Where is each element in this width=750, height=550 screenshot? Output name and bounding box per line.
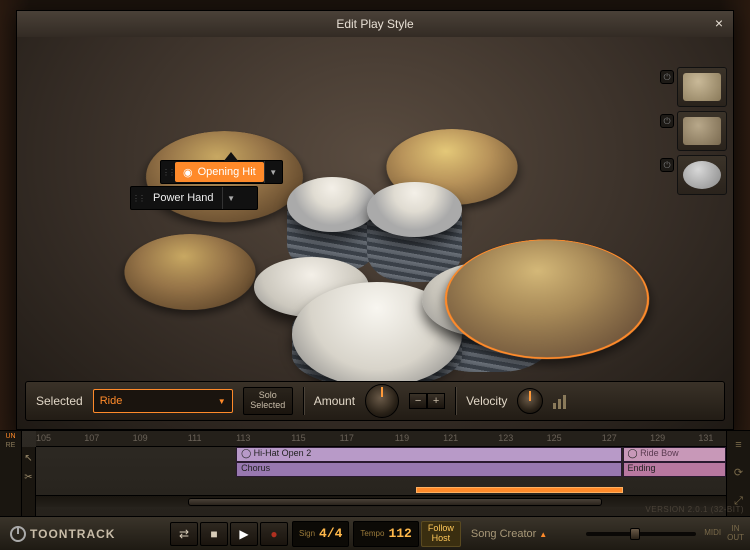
timeline-scrollbar[interactable]: [36, 495, 726, 507]
amount-stepper: − +: [409, 393, 445, 409]
clip-ending[interactable]: Ending: [623, 462, 727, 477]
slot-tambourine[interactable]: ⏻: [677, 155, 727, 195]
drag-handle-icon[interactable]: ⋮⋮: [131, 194, 145, 203]
ruler-tick: 109: [133, 433, 148, 443]
zoom-slider[interactable]: [586, 532, 696, 536]
modal-title: Edit Play Style: [336, 17, 413, 31]
velocity-bars-icon: [553, 393, 567, 409]
timeline-panel: UN RE ↖ ✂ 105 107 109 111 113 115 117 11…: [0, 430, 750, 516]
velocity-label: Velocity: [466, 394, 507, 408]
loop-button[interactable]: ⇄: [170, 522, 198, 546]
chevron-down-icon: ▼: [218, 397, 226, 406]
timeline-left-gutter: UN RE: [0, 431, 22, 516]
selected-value: Ride: [100, 395, 123, 407]
timeline-ruler[interactable]: 105 107 109 111 113 115 117 119 121 123 …: [36, 431, 726, 447]
ruler-tick: 113: [236, 433, 250, 443]
ruler-tick: 119: [395, 433, 409, 443]
ruler-tick: 121: [443, 433, 458, 443]
play-button[interactable]: ▶: [230, 522, 258, 546]
record-button[interactable]: ●: [260, 522, 288, 546]
articulation-popup: ⋮⋮ ◉ Opening Hit ▼ ⋮⋮ Power Hand ▼: [160, 160, 283, 212]
clip-ride-bow[interactable]: ◯ Ride Bow: [623, 447, 727, 462]
popup-secondary-chip[interactable]: Power Hand: [145, 188, 222, 208]
chevron-down-icon[interactable]: ▼: [222, 187, 240, 209]
popup-secondary-label: Power Hand: [153, 192, 214, 204]
time-signature-display[interactable]: Sign 4/4: [292, 521, 349, 547]
power-icon[interactable]: ⏻: [660, 70, 674, 84]
close-icon[interactable]: ×: [711, 15, 727, 31]
pointer-tool-icon[interactable]: ↖: [24, 453, 32, 464]
velocity-knob[interactable]: [517, 388, 543, 414]
redo-indicator[interactable]: RE: [6, 442, 16, 449]
version-text: VERSION 2.0.1 (32-BIT): [645, 505, 744, 514]
ruler-tick: 125: [547, 433, 562, 443]
menu-icon[interactable]: ≡: [735, 439, 741, 451]
clip-chorus[interactable]: Chorus: [236, 462, 622, 477]
amount-label: Amount: [314, 394, 355, 408]
midi-io-indicator: MIDI: [704, 529, 721, 538]
edit-control-bar: Selected Ride ▼ Solo Selected Amount − +…: [25, 381, 725, 421]
tempo-value: 112: [388, 526, 411, 541]
ruler-tick: 123: [498, 433, 513, 443]
follow-host-button[interactable]: Follow Host: [421, 521, 461, 547]
scrollbar-thumb[interactable]: [188, 498, 602, 506]
slider-handle[interactable]: [630, 528, 640, 540]
timeline-tools: ↖ ✂: [22, 447, 36, 516]
ruler-tick: 107: [84, 433, 99, 443]
rack-tom-1[interactable]: [287, 177, 377, 232]
ruler-tick: 127: [602, 433, 617, 443]
hi-hat[interactable]: [115, 234, 265, 310]
amount-knob[interactable]: [365, 384, 399, 418]
power-ring-icon: [10, 526, 26, 542]
timeline-right-gutter: ≡ ⟳ ⤢: [726, 431, 750, 516]
chevron-up-icon: ▲: [539, 530, 547, 539]
chevron-down-icon[interactable]: ▼: [264, 161, 282, 183]
ruler-tick: 105: [36, 433, 51, 443]
slot-claps[interactable]: ⏻: [677, 67, 727, 107]
solo-selected-button[interactable]: Solo Selected: [243, 387, 293, 415]
modal-titlebar: Edit Play Style ×: [17, 11, 733, 37]
extra-instrument-slots: ⏻ ⏻ ⏻: [677, 67, 727, 195]
refresh-icon[interactable]: ⟳: [734, 466, 743, 479]
undo-indicator[interactable]: UN: [5, 433, 15, 440]
power-icon[interactable]: ⏻: [660, 158, 674, 172]
brand-text: TOONTRACK: [30, 527, 115, 541]
rack-tom-2[interactable]: [367, 182, 462, 237]
ruler-tick: 129: [650, 433, 665, 443]
ruler-tick: 117: [340, 433, 354, 443]
sign-value: 4/4: [319, 526, 342, 541]
ruler-tick: 115: [291, 433, 305, 443]
selected-label: Selected: [36, 394, 83, 408]
midi-in-out: INOUT: [727, 525, 744, 543]
ruler-tick: 111: [188, 433, 202, 443]
selected-dropdown[interactable]: Ride ▼: [93, 389, 233, 413]
amount-minus-button[interactable]: −: [409, 393, 427, 409]
brand-logo: TOONTRACK: [0, 526, 170, 542]
popup-primary-label: Opening Hit: [198, 166, 256, 178]
scissors-tool-icon[interactable]: ✂: [24, 472, 32, 483]
ruler-tick: 131: [698, 433, 713, 443]
slot-shaker[interactable]: ⏻: [677, 111, 727, 151]
transport-bar: TOONTRACK ⇄ ■ ▶ ● Sign 4/4 Tempo 112 Fol…: [0, 516, 750, 550]
drum-kit-area: ⋮⋮ ◉ Opening Hit ▼ ⋮⋮ Power Hand ▼: [17, 37, 733, 381]
popup-row-opening-hit[interactable]: ⋮⋮ ◉ Opening Hit ▼: [160, 160, 283, 184]
amount-plus-button[interactable]: +: [427, 393, 445, 409]
drag-handle-icon[interactable]: ⋮⋮: [161, 168, 175, 177]
song-creator-button[interactable]: Song Creator▲: [471, 528, 547, 540]
clip-hihat-open[interactable]: ◯ Hi-Hat Open 2: [236, 447, 622, 462]
stop-button[interactable]: ■: [200, 522, 228, 546]
power-icon[interactable]: ⏻: [660, 114, 674, 128]
timeline-lanes[interactable]: ◯ Hi-Hat Open 2 Chorus ◯ Ride Bow Ending: [36, 447, 726, 516]
tempo-display[interactable]: Tempo 112: [353, 521, 418, 547]
popup-primary-chip[interactable]: ◉ Opening Hit: [175, 162, 264, 182]
edit-play-style-modal: Edit Play Style × ⋮⋮: [16, 10, 734, 430]
popup-row-power-hand[interactable]: ⋮⋮ Power Hand ▼: [130, 186, 258, 210]
loop-range[interactable]: [416, 487, 623, 493]
